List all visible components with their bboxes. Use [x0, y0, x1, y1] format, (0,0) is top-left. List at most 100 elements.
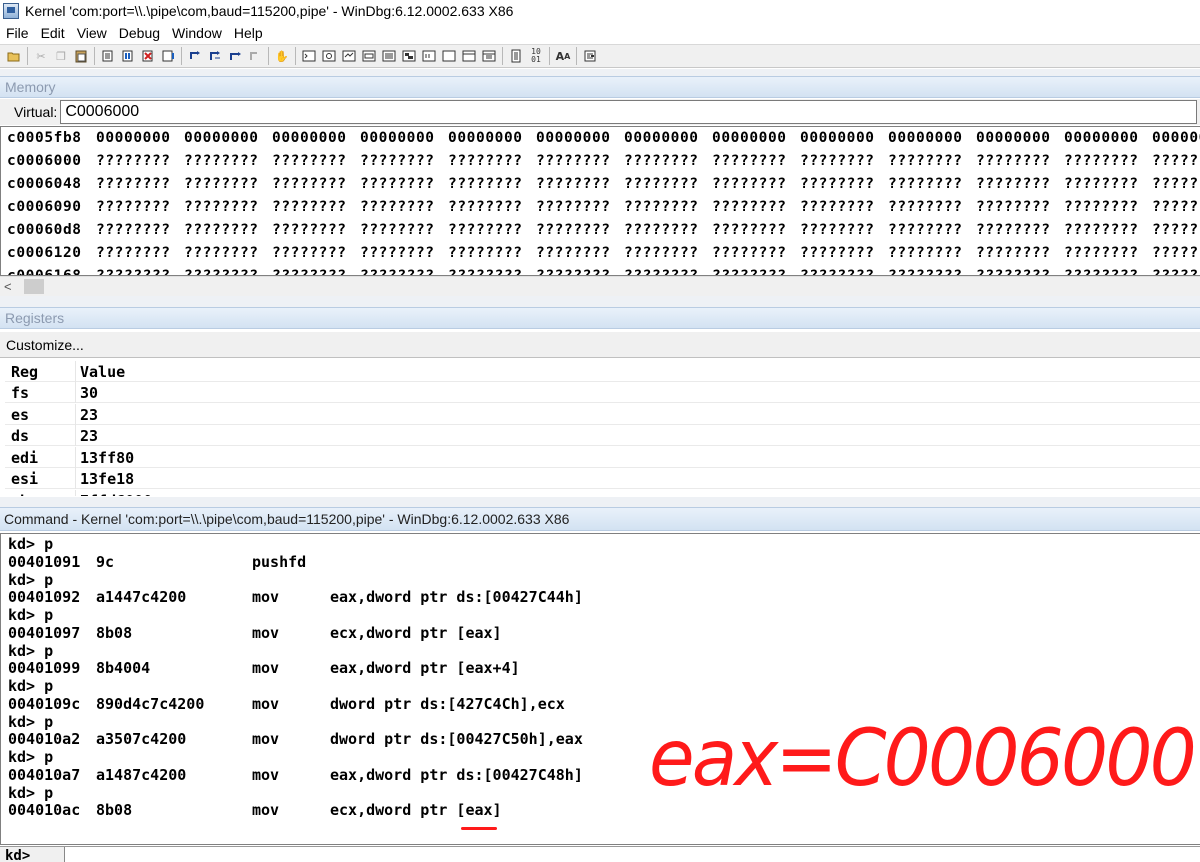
- memory-cell: 00000000: [1064, 130, 1139, 146]
- memory-cell: ????????: [888, 222, 963, 238]
- register-row-esi[interactable]: esi 13fe18: [5, 468, 1200, 489]
- memory-row-address: c0006168: [7, 268, 82, 276]
- command-prompt-line: kd> p: [8, 535, 54, 553]
- memory-cell: ????????: [96, 245, 171, 261]
- command-output[interactable]: eax=C0006000 kd> p 00401091 9c pushfd kd> p0…: [0, 533, 1200, 845]
- menu-debug[interactable]: Debug: [113, 25, 166, 41]
- memory-cell: ????????: [272, 222, 347, 238]
- menu-help[interactable]: Help: [228, 25, 269, 41]
- scrollbar-thumb[interactable]: [24, 279, 44, 294]
- step-over-icon[interactable]: [206, 47, 224, 65]
- toolbar-separator: [502, 47, 503, 65]
- memory-cell: ????????: [536, 222, 611, 238]
- memory-cell: ????????: [272, 176, 347, 192]
- memory-cell: 00000000: [272, 130, 347, 146]
- locals-icon[interactable]: [340, 47, 358, 65]
- memory-cell: ?????: [1152, 153, 1199, 169]
- step-out-icon[interactable]: [226, 47, 244, 65]
- reg-column-header: Reg: [11, 363, 39, 381]
- instruction-bytes: 8b08: [96, 801, 133, 820]
- registers-pane-title[interactable]: Registers: [0, 307, 1200, 329]
- memory-cell: ????????: [184, 245, 259, 261]
- memory-cell: ????????: [800, 153, 875, 169]
- stop-debugging-icon[interactable]: [139, 47, 157, 65]
- memory-cell: ????????: [800, 222, 875, 238]
- register-value[interactable]: 30: [80, 384, 98, 402]
- register-row-fs[interactable]: fs 30: [5, 382, 1200, 403]
- scratch-pad-icon[interactable]: [440, 47, 458, 65]
- register-value[interactable]: 23: [80, 427, 98, 445]
- register-name: ds: [11, 427, 30, 445]
- registers-icon[interactable]: [360, 47, 378, 65]
- source-mode-icon[interactable]: [507, 47, 525, 65]
- virtual-address-input[interactable]: C0006000: [60, 100, 1198, 124]
- menu-window[interactable]: Window: [166, 25, 228, 41]
- command-input[interactable]: [64, 847, 1200, 862]
- register-name: ebx: [11, 492, 38, 497]
- register-value[interactable]: 23: [80, 406, 98, 424]
- font-icon[interactable]: AA: [554, 47, 572, 65]
- memory-cell: ?????: [1152, 245, 1199, 261]
- breakpoint-icon[interactable]: ✋: [273, 47, 291, 65]
- source-window-icon[interactable]: [480, 47, 498, 65]
- register-row-edi[interactable]: edi 13ff80: [5, 446, 1200, 468]
- memory-row-address: c0006000: [7, 153, 82, 169]
- memory-cell: ????????: [272, 153, 347, 169]
- hex-mode-icon[interactable]: 10 01: [527, 47, 545, 65]
- register-value[interactable]: 13fe18: [80, 470, 134, 488]
- instruction-operands: dword ptr ds:[00427C50h],eax: [330, 730, 583, 749]
- instruction-address: 004010a7: [8, 765, 81, 784]
- memory-cell: ????????: [888, 199, 963, 215]
- open-icon[interactable]: [5, 47, 23, 65]
- scroll-left-icon[interactable]: <: [4, 278, 22, 296]
- memory-cell: ????????: [536, 268, 611, 276]
- instruction-bytes: a1447c4200: [96, 588, 187, 607]
- step-into-icon[interactable]: [186, 47, 204, 65]
- break-icon[interactable]: [159, 47, 177, 65]
- register-row-ebx[interactable]: ebx 7ffd6000: [5, 489, 1200, 497]
- memory-horizontal-scrollbar[interactable]: <: [0, 276, 1200, 296]
- disassembly-icon[interactable]: [420, 47, 438, 65]
- memory-cell: ????????: [96, 268, 171, 276]
- register-row-es[interactable]: es 23: [5, 403, 1200, 425]
- memory-cell: ????????: [536, 199, 611, 215]
- menu-view[interactable]: View: [71, 25, 113, 41]
- memory-dump[interactable]: c0005fb8 00000000 00000000 00000000 00000000…: [0, 126, 1200, 276]
- memory-cell: ????????: [1064, 245, 1139, 261]
- menu-edit[interactable]: Edit: [35, 25, 71, 41]
- paste-icon[interactable]: [72, 47, 90, 65]
- memory-cell: ????????: [272, 245, 347, 261]
- watch-icon[interactable]: [320, 47, 338, 65]
- register-row-ds[interactable]: ds 23: [5, 425, 1200, 446]
- column-divider: [75, 403, 76, 425]
- memory-cell: 00000000: [96, 130, 171, 146]
- menu-file[interactable]: File: [0, 25, 35, 41]
- memory-pane-title[interactable]: Memory: [0, 76, 1200, 98]
- memory-cell: ????????: [448, 199, 523, 215]
- memory-cell: ????????: [976, 245, 1051, 261]
- memory-icon[interactable]: [380, 47, 398, 65]
- options-icon[interactable]: [581, 47, 599, 65]
- column-divider: [75, 446, 76, 468]
- register-value[interactable]: 7ffd6000: [80, 492, 152, 497]
- memory-cell: 00000000: [624, 130, 699, 146]
- copy-icon[interactable]: ❐: [52, 47, 70, 65]
- command-pane-title[interactable]: Command - Kernel 'com:port=\\.\pipe\com,…: [0, 507, 1200, 531]
- instruction-mnemonic: mov: [252, 623, 280, 642]
- memory-cell: ????????: [448, 268, 523, 276]
- cut-icon[interactable]: ✂: [32, 47, 50, 65]
- call-stack-icon[interactable]: [400, 47, 418, 65]
- run-to-cursor-icon[interactable]: [246, 47, 264, 65]
- restart-icon[interactable]: [119, 47, 137, 65]
- processes-icon[interactable]: [460, 47, 478, 65]
- command-window-icon[interactable]: [300, 47, 318, 65]
- go-icon[interactable]: [99, 47, 117, 65]
- pane-gap: [0, 296, 1200, 307]
- customize-button[interactable]: Customize...: [0, 332, 1200, 358]
- window-title: Kernel 'com:port=\\.\pipe\com,baud=11520…: [25, 3, 514, 19]
- register-value[interactable]: 13ff80: [80, 449, 134, 467]
- memory-row-address: c0006120: [7, 245, 82, 261]
- registers-header-row: Reg Value: [5, 361, 1200, 382]
- register-name: es: [11, 405, 30, 424]
- memory-cell: ????????: [624, 222, 699, 238]
